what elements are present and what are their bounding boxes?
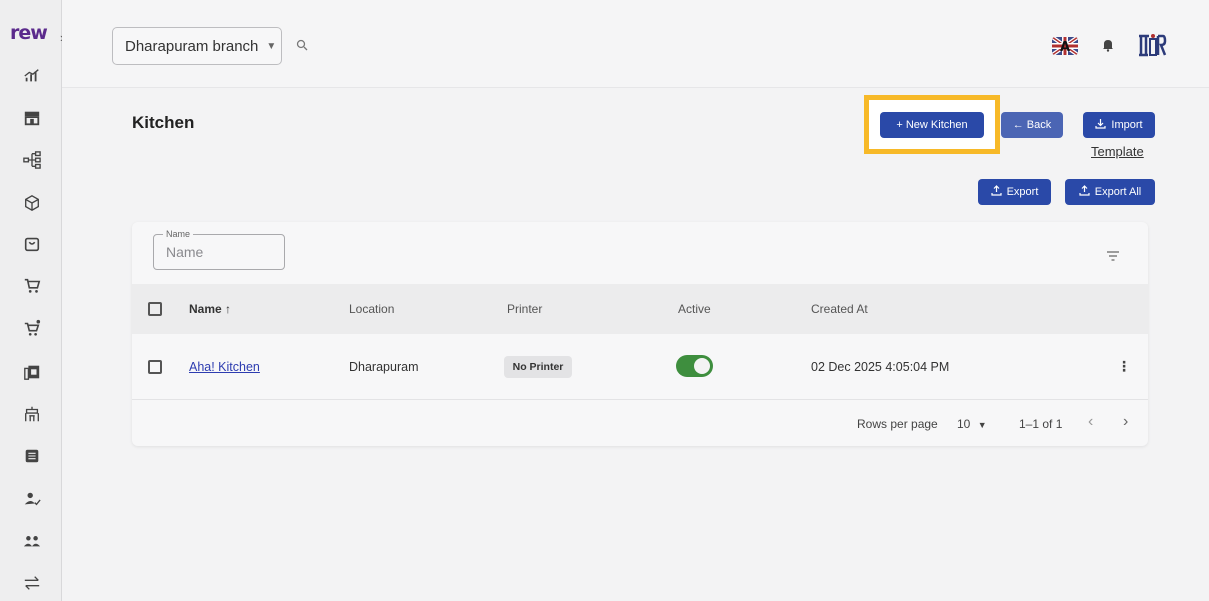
active-toggle[interactable]	[676, 355, 713, 377]
template-link[interactable]: Template	[1091, 144, 1144, 159]
export-all-label: Export All	[1094, 186, 1142, 198]
language-flag-icon[interactable]: A	[1052, 37, 1078, 55]
transfer-icon[interactable]	[22, 573, 42, 593]
page-title: Kitchen	[132, 113, 195, 132]
rows-per-page-value: 10	[957, 417, 971, 431]
filter-icon[interactable]	[1106, 248, 1120, 266]
branch-select[interactable]: Dharapuram branch ▼	[112, 27, 282, 65]
back-label: ← Back	[1012, 119, 1052, 131]
upload-icon	[1079, 185, 1090, 199]
search-icon[interactable]	[296, 38, 308, 56]
column-active-header[interactable]: Active	[678, 302, 711, 316]
column-location-header[interactable]: Location	[349, 302, 394, 316]
import-button[interactable]: Import	[1083, 112, 1155, 138]
kitchen-location: Dharapuram	[349, 360, 419, 374]
cart-icon[interactable]	[22, 276, 42, 296]
kitchen-table-card: Name Name Name ↑ Location Printer Active…	[132, 222, 1148, 446]
prev-page-icon[interactable]: ‹	[1088, 413, 1093, 431]
new-kitchen-button[interactable]: + New Kitchen	[880, 112, 984, 138]
new-kitchen-label: + New Kitchen	[896, 119, 968, 131]
table-header: Name ↑ Location Printer Active Created A…	[132, 284, 1148, 334]
more-options-icon[interactable]: ⋮	[1117, 358, 1131, 375]
sidebar: rew ›	[0, 0, 64, 601]
toggle-knob	[694, 358, 710, 374]
name-filter-placeholder: Name	[166, 244, 204, 260]
hierarchy-icon[interactable]	[22, 150, 42, 170]
cart-plus-icon[interactable]	[22, 318, 42, 338]
avatar[interactable]	[1137, 33, 1167, 59]
column-printer-header[interactable]: Printer	[507, 302, 542, 316]
rows-per-page-label: Rows per page	[857, 417, 938, 431]
select-all-checkbox[interactable]	[148, 302, 162, 316]
top-header: Dharapuram branch ▼ A	[62, 0, 1209, 88]
export-button[interactable]: Export	[978, 179, 1051, 205]
created-at: 02 Dec 2025 4:05:04 PM	[811, 360, 950, 374]
user-check-icon[interactable]	[22, 489, 42, 509]
kitchen-name-link[interactable]: Aha! Kitchen	[189, 360, 260, 374]
download-icon	[1095, 118, 1107, 132]
export-all-button[interactable]: Export All	[1065, 179, 1155, 205]
list-icon[interactable]	[22, 446, 42, 466]
printer-chip: No Printer	[504, 356, 572, 378]
next-page-icon[interactable]: ›	[1123, 413, 1128, 431]
import-label: Import	[1111, 119, 1143, 131]
pagination-range: 1–1 of 1	[1019, 417, 1063, 431]
name-filter-input[interactable]: Name Name	[153, 229, 285, 270]
back-button[interactable]: ← Back	[1001, 112, 1063, 138]
app-logo: rew	[10, 22, 48, 44]
export-label: Export	[1006, 186, 1039, 198]
caret-down-icon: ▼	[266, 40, 277, 52]
copy-icon[interactable]	[22, 362, 42, 382]
box-icon[interactable]	[22, 193, 42, 213]
group-icon[interactable]	[22, 531, 42, 551]
bell-icon[interactable]	[1102, 38, 1114, 57]
upload-icon	[990, 185, 1002, 199]
caret-down-icon: ▼	[977, 420, 987, 430]
flag-letter: A	[1060, 40, 1070, 55]
store-icon[interactable]	[22, 108, 42, 128]
branch-select-value: Dharapuram branch	[125, 37, 259, 55]
chart-icon[interactable]	[22, 66, 42, 86]
table-row: Aha! Kitchen Dharapuram No Printer 02 De…	[132, 334, 1148, 400]
row-checkbox[interactable]	[148, 360, 162, 374]
name-filter-label: Name	[163, 229, 194, 239]
rows-per-page-select[interactable]: 10 ▼	[957, 417, 987, 431]
column-name-header[interactable]: Name ↑	[189, 302, 231, 316]
table-icon[interactable]	[22, 404, 42, 424]
bag-icon[interactable]	[22, 234, 42, 254]
column-created-header[interactable]: Created At	[811, 302, 868, 316]
